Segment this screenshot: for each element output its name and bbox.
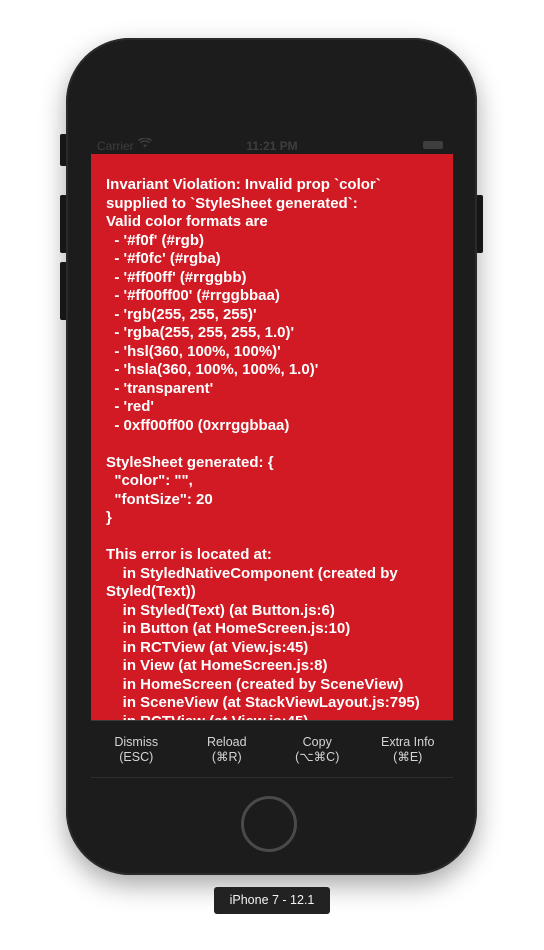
device-label: iPhone 7 - 12.1: [214, 887, 330, 914]
redbox-toolbar: Dismiss (ESC) Reload (⌘R) Copy (⌥⌘C) Ext…: [91, 721, 453, 777]
phone-screen: Carrier 11:21 PM Invariant Violation: In…: [91, 134, 453, 779]
copy-button[interactable]: Copy (⌥⌘C): [272, 721, 363, 777]
extra-info-label: Extra Info: [381, 735, 435, 749]
copy-shortcut: (⌥⌘C): [295, 750, 340, 764]
power-button: [476, 195, 483, 253]
battery-icon: [423, 141, 443, 149]
status-bar: Carrier 11:21 PM: [91, 134, 453, 154]
copy-label: Copy: [302, 735, 332, 749]
extra-info-shortcut: (⌘E): [393, 750, 423, 764]
status-time: 11:21 PM: [246, 139, 298, 153]
redbox-error-panel[interactable]: Invariant Violation: Invalid prop `color…: [91, 154, 453, 720]
dismiss-label: Dismiss: [114, 735, 159, 749]
dismiss-button[interactable]: Dismiss (ESC): [91, 721, 182, 777]
reload-button[interactable]: Reload (⌘R): [182, 721, 273, 777]
reload-label: Reload: [206, 735, 247, 749]
extra-info-button[interactable]: Extra Info (⌘E): [363, 721, 454, 777]
home-button[interactable]: [241, 796, 297, 852]
reload-shortcut: (⌘R): [211, 750, 242, 764]
toolbar-bottom-divider: [91, 777, 453, 778]
simulator-stage: Carrier 11:21 PM Invariant Violation: In…: [0, 0, 544, 950]
error-message: Invariant Violation: Invalid prop `color…: [106, 176, 420, 720]
dismiss-shortcut: (ESC): [119, 750, 154, 764]
